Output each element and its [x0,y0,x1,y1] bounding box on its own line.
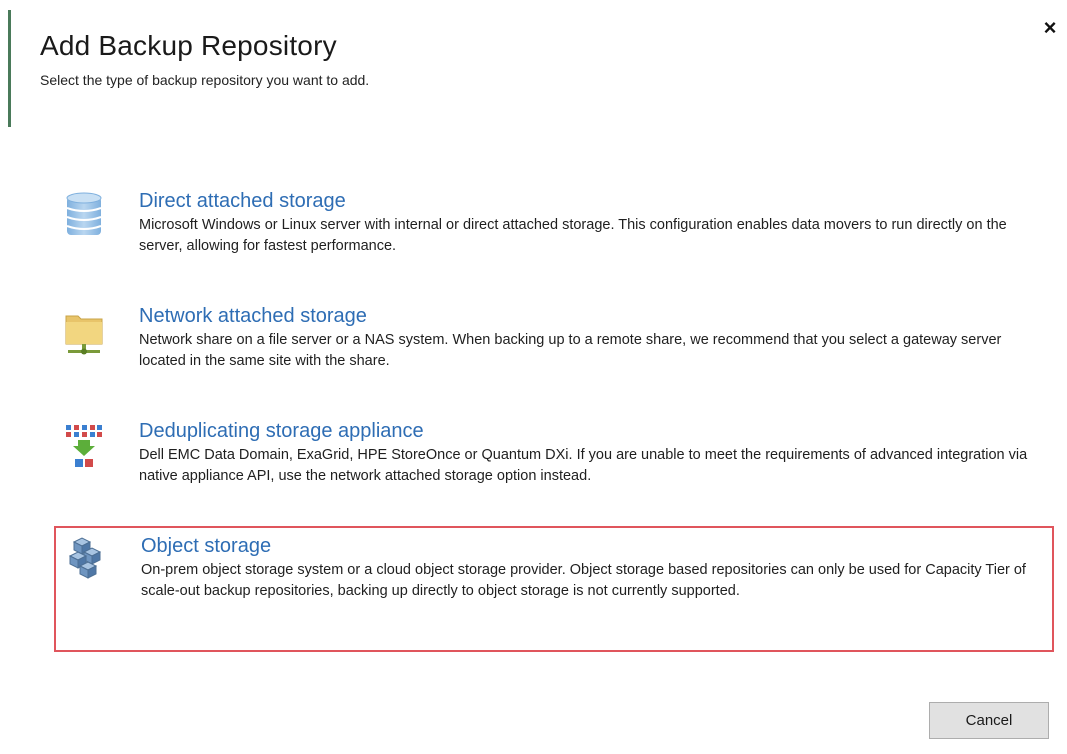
option-title[interactable]: Direct attached storage [139,189,1044,213]
dialog-subtitle: Select the type of backup repository you… [40,72,370,88]
object-storage-icon [66,536,106,586]
option-direct-attached-storage[interactable]: Direct attached storage Microsoft Window… [54,183,1054,263]
option-object-storage[interactable]: Object storage On-prem object storage sy… [54,526,1054,652]
deduplication-icon [64,421,104,471]
network-folder-icon [64,306,104,356]
option-title[interactable]: Deduplicating storage appliance [139,419,1044,443]
cancel-button[interactable]: Cancel [929,702,1049,739]
option-network-attached-storage[interactable]: Network attached storage Network share o… [54,298,1054,378]
option-description: Microsoft Windows or Linux server with i… [139,217,1007,254]
header-accent-bar [8,10,11,127]
option-title[interactable]: Object storage [141,534,1042,558]
option-description: On-prem object storage system or a cloud… [141,562,1026,599]
database-icon [64,191,104,241]
close-icon[interactable]: × [1038,16,1062,40]
dialog-title: Add Backup Repository [40,30,337,61]
option-deduplicating-storage-appliance[interactable]: Deduplicating storage appliance Dell EMC… [54,413,1054,493]
option-description: Network share on a file server or a NAS … [139,332,1002,369]
option-title[interactable]: Network attached storage [139,304,1044,328]
option-description: Dell EMC Data Domain, ExaGrid, HPE Store… [139,447,1028,484]
